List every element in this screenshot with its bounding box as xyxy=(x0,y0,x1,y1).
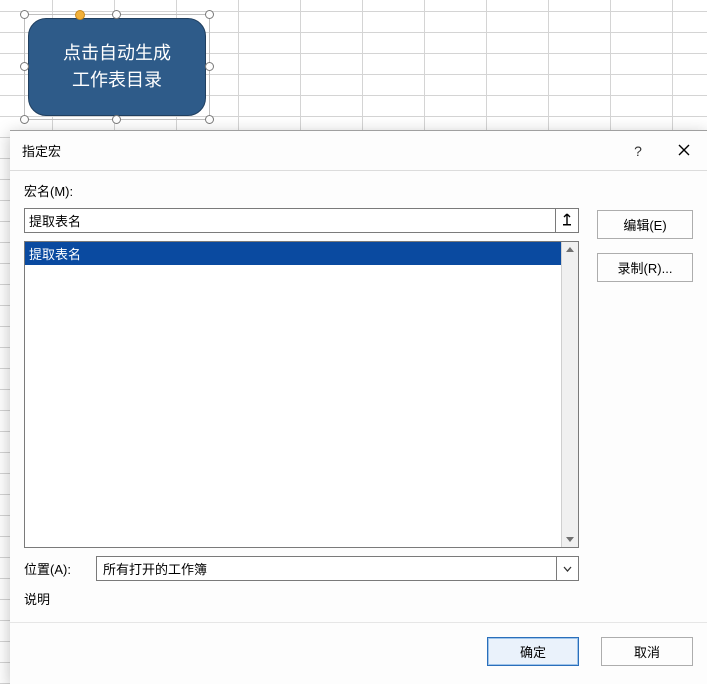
cancel-button[interactable]: 取消 xyxy=(601,637,693,666)
shape-text-line1: 点击自动生成 xyxy=(63,43,171,63)
collapse-dialog-button[interactable] xyxy=(555,208,579,233)
edit-button[interactable]: 编辑(E) xyxy=(597,210,693,239)
shape-text-line2: 工作表目录 xyxy=(72,70,162,90)
help-button[interactable]: ? xyxy=(615,131,661,171)
location-select[interactable]: 所有打开的工作簿 xyxy=(96,556,579,581)
list-item[interactable]: 提取表名 xyxy=(25,242,578,265)
macro-listbox[interactable]: 提取表名 xyxy=(24,241,579,548)
description-label: 说明 xyxy=(24,589,579,608)
ok-button[interactable]: 确定 xyxy=(487,637,579,666)
assign-macro-dialog: 指定宏 ? 宏名(M): xyxy=(10,130,707,684)
close-icon xyxy=(678,143,690,159)
arrow-up-icon xyxy=(562,212,572,229)
macro-name-label: 宏名(M): xyxy=(24,181,579,200)
shape-button[interactable]: 点击自动生成 工作表目录 xyxy=(28,18,206,116)
dialog-footer: 确定 取消 xyxy=(10,622,707,684)
help-icon: ? xyxy=(634,143,642,159)
location-value: 所有打开的工作簿 xyxy=(103,559,207,578)
dialog-title: 指定宏 xyxy=(22,141,615,160)
listbox-scrollbar[interactable] xyxy=(561,242,578,547)
macro-name-input[interactable] xyxy=(24,208,555,233)
close-button[interactable] xyxy=(661,131,707,171)
chevron-down-icon xyxy=(556,557,578,580)
record-button[interactable]: 录制(R)... xyxy=(597,253,693,282)
location-label: 位置(A): xyxy=(24,559,84,578)
dialog-titlebar[interactable]: 指定宏 ? xyxy=(10,131,707,171)
